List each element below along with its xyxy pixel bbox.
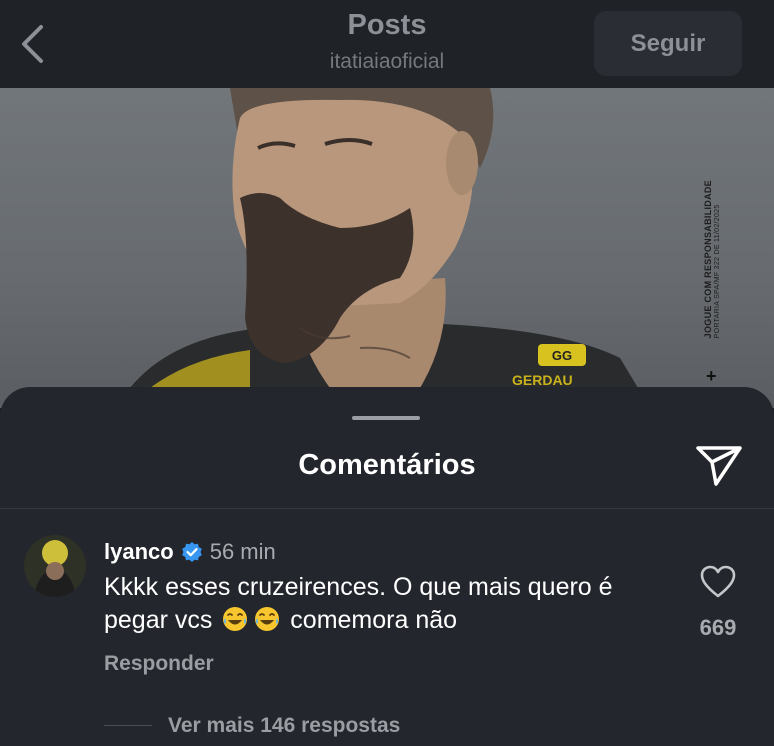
drag-handle[interactable] — [352, 416, 420, 420]
view-more-replies-button[interactable]: Ver mais 146 respostas — [168, 714, 400, 738]
reply-button[interactable]: Responder — [104, 652, 214, 676]
comments-sheet: Comentários lyanco 56 min Kkkk esses cru… — [0, 387, 774, 746]
player-photo-illustration: GG GERDAU — [130, 88, 650, 408]
like-count: 669 — [699, 615, 737, 640]
comments-title: Comentários — [298, 449, 476, 481]
tears-of-joy-emoji-icon — [255, 607, 280, 631]
follow-button[interactable]: Seguir — [594, 11, 742, 76]
top-bar: Posts itatiaiaoficial Seguir — [0, 0, 774, 88]
comment-header: lyanco 56 min — [104, 537, 276, 567]
header-divider — [0, 508, 774, 509]
user-avatar-image — [24, 535, 86, 597]
paper-plane-icon — [696, 446, 742, 486]
comment-text: Kkkk esses cruzeirences. O que mais quer… — [104, 571, 674, 637]
age-mark: + — [706, 366, 717, 386]
heart-icon — [700, 565, 736, 598]
verified-badge-icon — [181, 542, 202, 562]
share-button[interactable] — [694, 442, 744, 488]
like-button[interactable] — [700, 565, 736, 599]
replies-divider — [104, 725, 152, 726]
avatar[interactable] — [24, 535, 86, 597]
sponsor-badge: GG — [552, 348, 572, 363]
post-image[interactable]: GG GERDAU — [0, 88, 774, 408]
comment-text-end: comemora não — [290, 606, 458, 634]
comment-username[interactable]: lyanco — [104, 539, 174, 565]
tears-of-joy-emoji-icon — [223, 607, 248, 631]
comment-time: 56 min — [209, 539, 276, 564]
sponsor-text: GERDAU — [512, 372, 573, 388]
side-disclaimer: JOGUE COM RESPONSABILIDADE PORTARIA SPA/… — [703, 180, 721, 339]
